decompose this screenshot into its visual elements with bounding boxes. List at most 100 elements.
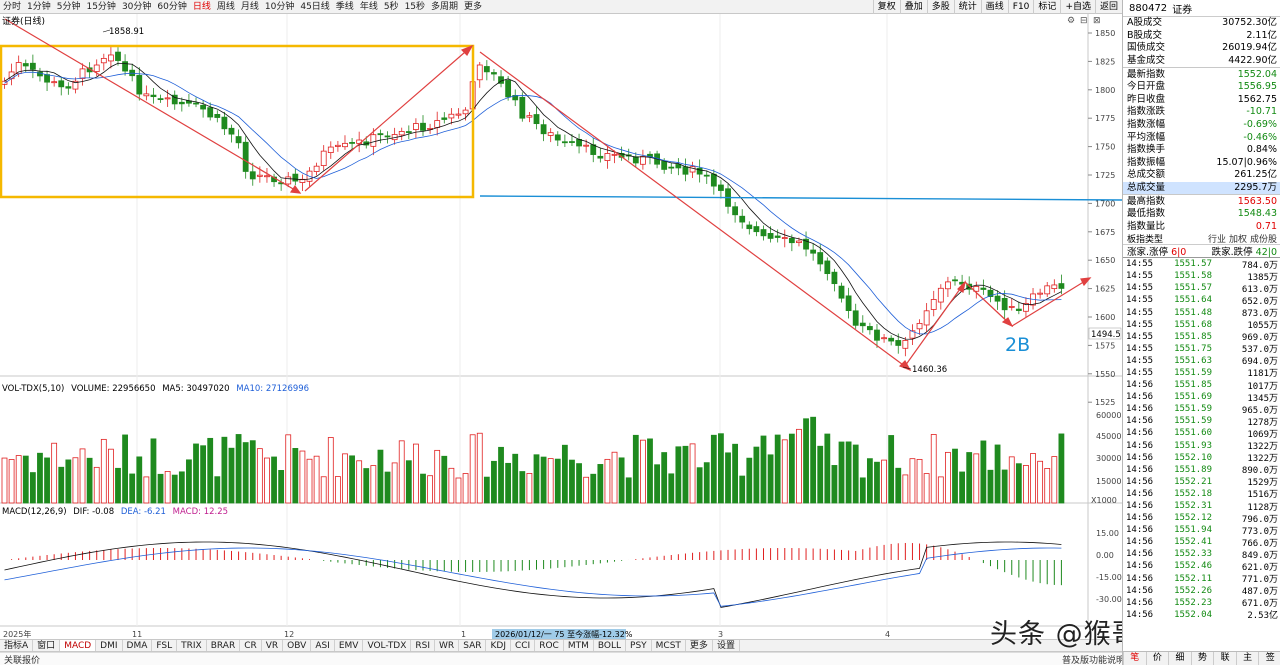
indicator-tab-10[interactable]: OBV (283, 640, 312, 651)
indicator-tab-3[interactable]: DMI (96, 640, 123, 651)
indicator-tab-13[interactable]: VOL-TDX (363, 640, 412, 651)
tool-button-4[interactable]: 画线 (980, 0, 1008, 14)
timeframe-7[interactable]: 周线 (214, 0, 238, 14)
indicator-tab-22[interactable]: PSY (626, 640, 652, 651)
timeframe-14[interactable]: 15秒 (402, 0, 428, 14)
timeframe-6[interactable]: 日线 (190, 0, 214, 14)
stat-row: 国债成交 26019.94亿 (1127, 42, 1277, 54)
tick-row: 14:56 1552.31 1128万 (1126, 501, 1278, 513)
footer-tab-0[interactable]: 笔 (1123, 652, 1146, 665)
related-quotes-label[interactable]: 关联报价 (0, 656, 40, 665)
timeframe-9[interactable]: 10分钟 (262, 0, 297, 14)
timeframe-0[interactable]: 分时 (0, 0, 24, 14)
indicator-tab-19[interactable]: ROC (535, 640, 564, 651)
stat-row: 指数换手 0.84% (1127, 144, 1277, 156)
tick-row: 14:56 1552.26 487.0万 (1126, 585, 1278, 598)
tick-row: 14:55 1551.57 613.0万 (1126, 283, 1278, 295)
timeframe-4[interactable]: 30分钟 (119, 0, 154, 14)
indicator-tab-1[interactable]: 窗口 (33, 640, 61, 651)
timeframe-10[interactable]: 45日线 (297, 0, 332, 14)
price-tick: 1750 (1095, 143, 1115, 152)
stat-row: 基金成交 4422.90亿 (1127, 55, 1277, 67)
tool-button-1[interactable]: 叠加 (899, 0, 927, 14)
indicator-tab-20[interactable]: MTM (564, 640, 594, 651)
stat-row: 今日开盘 1556.95 (1127, 81, 1277, 93)
timeframe-16[interactable]: 更多 (461, 0, 485, 14)
indicator-tab-4[interactable]: DMA (123, 640, 153, 651)
indicator-tab-14[interactable]: RSI (411, 640, 436, 651)
timeframe-2[interactable]: 5分钟 (54, 0, 84, 14)
indicator-tab-18[interactable]: CCI (511, 640, 536, 651)
tick-row: 14:56 1552.10 1322万 (1126, 452, 1278, 465)
indicator-tab-0[interactable]: 指标A (0, 640, 34, 651)
volume-tick: 30000 (1096, 454, 1121, 463)
indicator-tab-25[interactable]: 设置 (713, 640, 740, 651)
footer-tab-6[interactable]: 签 (1258, 652, 1280, 665)
stat-row: 最低指数 1548.43 (1127, 208, 1277, 220)
timeframe-12[interactable]: 年线 (357, 0, 381, 14)
help-link[interactable]: 普及版功能说明 (1062, 653, 1125, 665)
tick-row: 14:56 1552.23 671.0万 (1126, 597, 1278, 610)
tick-row: 14:56 1552.21 1529万 (1126, 476, 1278, 489)
period-toolbar: 分时 1分钟 5分钟 15分钟 30分钟 60分钟 日线 周线 月线 10分钟 45日线 季线 年线 5秒… (0, 0, 1280, 14)
timeframe-13[interactable]: 5秒 (381, 0, 402, 14)
quote-panel: 880472 证券 A股成交 30752.30亿 B股成交 2.11亿 国债成交 2601… (1122, 0, 1280, 665)
indicator-tab-5[interactable]: FSL (152, 640, 178, 651)
tool-button-2[interactable]: 多股 (926, 0, 954, 14)
indicator-tab-8[interactable]: CR (240, 640, 262, 651)
indicator-tab-24[interactable]: 更多 (686, 640, 713, 651)
macd-tick: -15.00 (1096, 573, 1122, 582)
indicator-tab-16[interactable]: SAR (459, 640, 487, 651)
kline-chart[interactable]: 证券(日线) 1858.91 1460.36 2B 1494.5 VOL-TDX… (0, 14, 1122, 639)
timeframe-15[interactable]: 多周期 (428, 0, 461, 14)
price-tick: 1625 (1095, 285, 1115, 294)
indicator-tab-6[interactable]: TRIX (177, 640, 207, 651)
tick-row: 14:56 1551.59 1278万 (1126, 416, 1278, 428)
indicator-tab-9[interactable]: VR (262, 640, 284, 651)
stat-row: 指数振幅 15.07|0.96% (1127, 156, 1277, 168)
timeframe-5[interactable]: 60分钟 (154, 0, 189, 14)
tool-button-7[interactable]: +自选 (1060, 0, 1095, 14)
footer-tab-4[interactable]: 联 (1213, 652, 1236, 665)
tick-row: 14:55 1551.63 694.0万 (1126, 355, 1278, 368)
timeframe-8[interactable]: 月线 (238, 0, 262, 14)
timeframe-bar: 分时 1分钟 5分钟 15分钟 30分钟 60分钟 日线 周线 月线 10分钟 45日线 季线 年线 5秒… (0, 0, 485, 14)
tool-button-5[interactable]: F10 (1007, 0, 1034, 14)
tick-row: 14:56 1552.33 849.0万 (1126, 549, 1278, 561)
timeframe-11[interactable]: 季线 (333, 0, 357, 14)
footer-tab-2[interactable]: 细 (1168, 652, 1191, 665)
tick-row: 14:56 1551.85 1017万 (1126, 380, 1278, 392)
settings-icon[interactable]: ⚙ (1067, 16, 1075, 26)
tool-button-3[interactable]: 统计 (953, 0, 981, 14)
indicator-tab-2[interactable]: MACD (60, 640, 97, 651)
tick-row: 14:56 1551.60 1069万 (1126, 428, 1278, 440)
indicator-tab-11[interactable]: ASI (311, 640, 335, 651)
timeframe-1[interactable]: 1分钟 (24, 0, 54, 14)
tool-button-6[interactable]: 标记 (1033, 0, 1060, 14)
indicator-tab-17[interactable]: KDJ (486, 640, 511, 651)
tool-button-8[interactable]: 返回 (1094, 0, 1122, 14)
tool-button-0[interactable]: 复权 (872, 0, 900, 14)
timeframe-3[interactable]: 15分钟 (83, 0, 118, 14)
tick-row: 14:56 1552.11 771.0万 (1126, 573, 1278, 586)
tick-list[interactable]: 14:55 1551.57 784.0万 14:55 1551.58 1385万 14:55… (1123, 258, 1280, 621)
indicator-tab-23[interactable]: MCST (652, 640, 686, 651)
macd-tick: 0.00 (1096, 551, 1114, 560)
restore-icon[interactable]: ⊟ (1080, 16, 1088, 26)
close-icon[interactable]: ⊠ (1093, 16, 1101, 26)
date-tick: 1 (461, 630, 466, 639)
volume-tick: 15000 (1096, 477, 1121, 486)
price-tick: 1800 (1095, 86, 1115, 95)
high-label: 1858.91 (109, 27, 144, 37)
stat-row: B股成交 2.11亿 (1127, 29, 1277, 41)
date-tick: 11 (132, 630, 142, 639)
footer-tab-3[interactable]: 势 (1190, 652, 1214, 665)
footer-tab-1[interactable]: 价 (1145, 652, 1169, 665)
stat-row: 最新指数 1552.04 (1127, 68, 1277, 80)
indicator-tab-7[interactable]: BRAR (207, 640, 241, 651)
indicator-tab-21[interactable]: BOLL (594, 640, 627, 651)
stat-row: 指数涨跌 -10.71 (1127, 106, 1277, 118)
indicator-tab-12[interactable]: EMV (335, 640, 364, 651)
indicator-tab-15[interactable]: WR (435, 640, 460, 651)
footer-tab-5[interactable]: 主 (1235, 652, 1259, 665)
